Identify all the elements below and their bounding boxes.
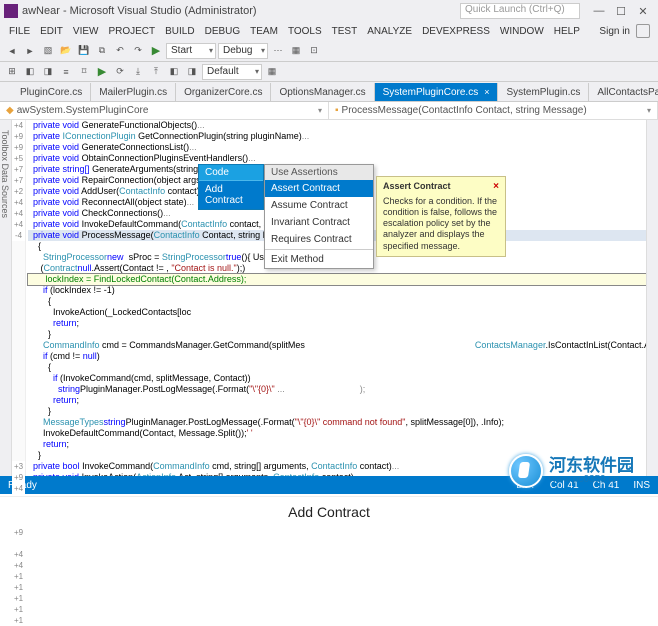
open-icon[interactable]: 📂 [58, 43, 74, 59]
watermark-icon [509, 454, 543, 488]
redo-icon[interactable]: ↷ [130, 43, 146, 59]
tb2-2[interactable]: ◧ [22, 64, 38, 80]
tb-x3[interactable]: ⊡ [306, 43, 322, 59]
nav-bar: ◆awSystem.SystemPluginCore ▪ProcessMessa… [0, 102, 658, 120]
smarttag-header: Code [199, 165, 263, 181]
submenu-item-assert-contract[interactable]: Assert Contract [265, 180, 373, 197]
tab-plugincore-cs[interactable]: PluginCore.cs [12, 83, 91, 101]
tb2-1[interactable]: ⊞ [4, 64, 20, 80]
save-icon[interactable]: 💾 [76, 43, 92, 59]
nav-back-icon[interactable]: ◄ [4, 43, 20, 59]
tb2-4[interactable]: ≡ [58, 64, 74, 80]
menu-help[interactable]: HELP [549, 26, 585, 37]
submenu-exit[interactable]: Exit Method [265, 251, 373, 268]
main-toolbar: ◄ ► ▧ 📂 💾 ⧉ ↶ ↷ ▶ Start Debug ⋯ ▦ ⊡ [0, 40, 658, 62]
tb2-8[interactable]: ⤒ [148, 64, 164, 80]
menu-window[interactable]: WINDOW [495, 26, 549, 37]
vs-logo-icon [4, 4, 18, 18]
status-ins: INS [633, 480, 650, 491]
menu-project[interactable]: PROJECT [103, 26, 160, 37]
start-button[interactable]: Start [166, 43, 216, 59]
menu-bar: FILE EDIT VIEW PROJECT BUILD DEBUG TEAM … [0, 22, 658, 40]
title-bar: awNear - Microsoft Visual Studio (Admini… [0, 0, 658, 22]
menu-team[interactable]: TEAM [245, 26, 283, 37]
submenu-item-invariant-contract[interactable]: Invariant Contract [265, 214, 373, 231]
watermark-text: 河东软件园 [549, 457, 634, 474]
tb2-6[interactable]: ⟳ [112, 64, 128, 80]
start-icon[interactable]: ▶ [148, 43, 164, 59]
menu-file[interactable]: FILE [4, 26, 35, 37]
smarttag-menu: Code Add Contract [198, 164, 264, 210]
tb-x1[interactable]: ⋯ [270, 43, 286, 59]
right-rail[interactable] [646, 120, 658, 476]
tooltip-title: Assert Contract [383, 181, 451, 194]
watermark-url: www.pc0359.cn [549, 474, 634, 485]
minimize-button[interactable]: — [588, 5, 610, 17]
menu-devexpress[interactable]: DEVEXPRESS [417, 26, 495, 37]
nav-class[interactable]: ◆awSystem.SystemPluginCore [0, 102, 329, 119]
nav-fwd-icon[interactable]: ► [22, 43, 38, 59]
tooltip-close-icon[interactable]: × [493, 181, 499, 194]
menu-view[interactable]: VIEW [68, 26, 104, 37]
figure-caption: Add Contract [0, 496, 658, 526]
tab-allcontactspage-cs[interactable]: AllContactsPage.cs [589, 83, 658, 101]
smarttag-add-contract[interactable]: Add Contract [199, 181, 263, 209]
contract-submenu: Use Assertions Assert ContractAssume Con… [264, 164, 374, 269]
platform-dropdown[interactable]: Default [202, 64, 262, 80]
undo-icon[interactable]: ↶ [112, 43, 128, 59]
tb-x2[interactable]: ▦ [288, 43, 304, 59]
tab-optionsmanager-cs[interactable]: OptionsManager.cs [271, 83, 374, 101]
menu-build[interactable]: BUILD [160, 26, 199, 37]
left-rail[interactable]: Toolbox Data Sources [0, 120, 12, 476]
menu-tools[interactable]: TOOLS [283, 26, 327, 37]
tb2-5[interactable]: ⌑ [76, 64, 92, 80]
sign-in-link[interactable]: Sign in [594, 26, 636, 37]
menu-analyze[interactable]: ANALYZE [362, 26, 417, 37]
config-dropdown[interactable]: Debug [218, 43, 268, 59]
outline-gutter[interactable]: +4+9+9+5+7+7+2+4+4+4-4+3+9+4+4+4+1+9 +4+… [12, 120, 26, 476]
document-tabs: PluginCore.csMailerPlugin.csOrganizerCor… [0, 82, 658, 102]
submenu-item-assume-contract[interactable]: Assume Contract [265, 197, 373, 214]
new-icon[interactable]: ▧ [40, 43, 56, 59]
close-button[interactable]: ✕ [632, 5, 654, 18]
method-icon: ▪ [335, 105, 339, 116]
tab-systemplugincore-cs[interactable]: SystemPluginCore.cs× [375, 83, 499, 101]
tb2-7[interactable]: ⤓ [130, 64, 146, 80]
tooltip-body: Checks for a condition. If the condition… [383, 196, 499, 252]
tab-mailerplugin-cs[interactable]: MailerPlugin.cs [91, 83, 176, 101]
watermark: 河东软件园 www.pc0359.cn [509, 454, 634, 488]
submenu-item-requires-contract[interactable]: Requires Contract [265, 231, 373, 248]
tooltip: Assert Contract × Checks for a condition.… [376, 176, 506, 257]
class-icon: ◆ [6, 105, 14, 116]
quick-launch-input[interactable]: Quick Launch (Ctrl+Q) [460, 3, 580, 19]
saveall-icon[interactable]: ⧉ [94, 43, 110, 59]
menu-debug[interactable]: DEBUG [200, 26, 246, 37]
menu-separator [265, 249, 373, 250]
menu-test[interactable]: TEST [327, 26, 363, 37]
sub-toolbar: ⊞ ◧ ◨ ≡ ⌑ ▶ ⟳ ⤓ ⤒ ◧ ◨ Default ▦ [0, 62, 658, 82]
window-title: awNear - Microsoft Visual Studio (Admini… [22, 5, 460, 17]
tb2-11[interactable]: ▦ [264, 64, 280, 80]
menu-edit[interactable]: EDIT [35, 26, 68, 37]
user-icon[interactable] [636, 24, 650, 38]
tab-organizercore-cs[interactable]: OrganizerCore.cs [176, 83, 271, 101]
tb2-9[interactable]: ◧ [166, 64, 182, 80]
tb2-3[interactable]: ◨ [40, 64, 56, 80]
tb2-10[interactable]: ◨ [184, 64, 200, 80]
tb2-play[interactable]: ▶ [94, 64, 110, 80]
tab-systemplugin-cs[interactable]: SystemPlugin.cs [498, 83, 589, 101]
nav-member[interactable]: ▪ProcessMessage(ContactInfo Contact, str… [329, 102, 658, 119]
tab-close-icon[interactable]: × [484, 87, 489, 97]
maximize-button[interactable]: ☐ [610, 5, 632, 18]
submenu-header: Use Assertions [265, 165, 373, 180]
